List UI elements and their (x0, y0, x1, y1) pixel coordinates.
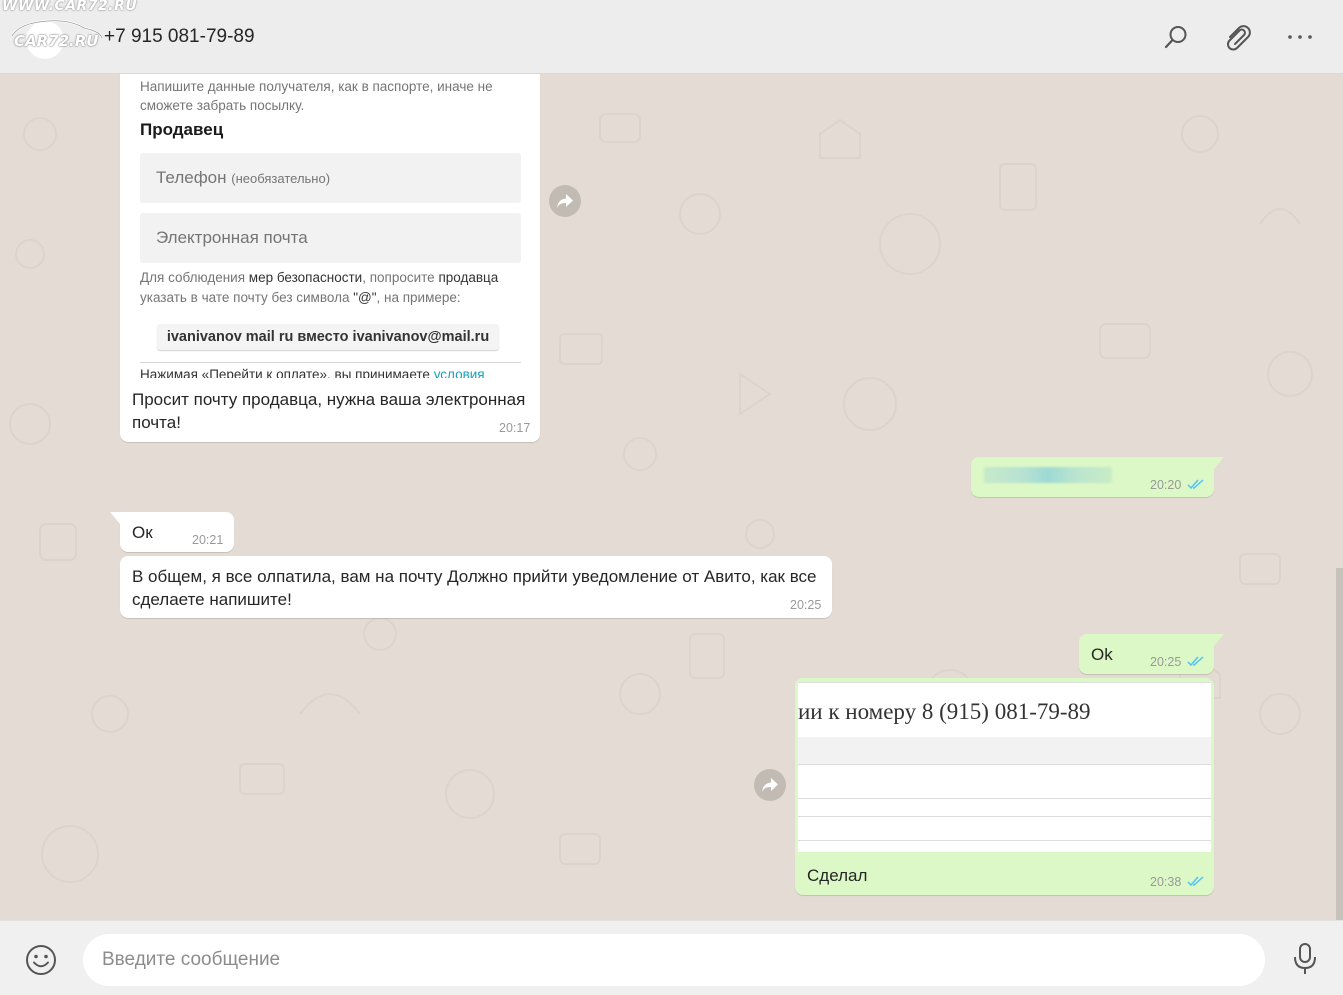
more-options-button[interactable] (1285, 22, 1315, 52)
search-icon (1164, 26, 1187, 49)
forward-icon (557, 194, 573, 208)
blurred-message-text (984, 467, 1112, 483)
bubble-tail-outgoing (1214, 457, 1224, 469)
screenshot-divider (140, 362, 521, 363)
screenshot-row (798, 737, 1211, 765)
message-text: В общем, я все олпатила, вам на почту До… (132, 567, 817, 609)
read-ticks-icon (1187, 656, 1204, 667)
message-time: 20:25 (1150, 655, 1182, 669)
chat-header: WWW.CAR72.RU CAR72.RU +7 915 081-79-89 (0, 0, 1343, 74)
message-time: 20:17 (499, 421, 531, 435)
screenshot-row (798, 799, 1211, 817)
screenshot-email-example: ivanivanov mail ru вместо ivanivanov@mai… (157, 324, 499, 350)
screenshot-row (798, 765, 1211, 799)
attached-image[interactable]: Напишите данные получателя, как в паспор… (120, 74, 540, 378)
paperclip-icon (1227, 25, 1251, 51)
message-input[interactable] (83, 934, 1265, 986)
emoji-icon (26, 945, 56, 975)
message-text: Просит почту продавца, нужна ваша электр… (132, 390, 526, 432)
microphone-icon (1294, 943, 1316, 974)
screenshot-email-label: Электронная почта (156, 228, 308, 247)
read-ticks-icon (1187, 479, 1204, 490)
composer-bar (0, 920, 1343, 995)
forward-button[interactable] (549, 185, 581, 217)
message-time: 20:21 (192, 533, 224, 547)
screenshot-email-field: Электронная почта (140, 213, 521, 263)
watermark-subtext: CAR72.RU (14, 32, 99, 50)
message-time: 20:38 (1150, 875, 1182, 889)
message-text: Ок (132, 523, 153, 542)
scrollbar[interactable] (1336, 568, 1343, 920)
bubble-tail-outgoing (1214, 634, 1224, 646)
forward-icon (762, 778, 778, 792)
attached-image[interactable]: ии к номеру 8 (915) 081-79-89 (798, 682, 1211, 852)
message-time: 20:25 (790, 598, 822, 612)
more-icon (1288, 35, 1312, 39)
screenshot-phone-label: Телефон (необязательно) (156, 168, 331, 187)
voice-message-button[interactable] (1290, 941, 1320, 977)
message-time: 20:20 (1150, 478, 1182, 492)
forward-button[interactable] (754, 769, 786, 801)
message-text: Сделал (807, 866, 868, 885)
screenshot-hint-text: Напишите данные получателя, как в паспор… (140, 79, 493, 113)
screenshot-terms-text: Нажимая «Перейти к оплате», вы принимает… (140, 367, 485, 378)
message-text: Ok (1091, 645, 1113, 664)
search-button[interactable] (1161, 22, 1191, 52)
attach-button[interactable] (1222, 22, 1252, 52)
screenshot-phone-field: Телефон (необязательно) (140, 153, 521, 203)
screenshot-phone-line: ии к номеру 8 (915) 081-79-89 (798, 699, 1091, 724)
read-ticks-icon (1187, 876, 1204, 887)
bubble-tail-incoming (110, 512, 120, 524)
screenshot-security-note: Для соблюдения мер безопасности, попроси… (140, 270, 499, 305)
contact-name[interactable]: +7 915 081-79-89 (104, 26, 255, 48)
watermark-text: WWW.CAR72.RU (2, 0, 138, 14)
screenshot-row (798, 817, 1211, 841)
screenshot-seller-heading: Продавец (140, 120, 224, 139)
emoji-button[interactable] (24, 943, 58, 977)
